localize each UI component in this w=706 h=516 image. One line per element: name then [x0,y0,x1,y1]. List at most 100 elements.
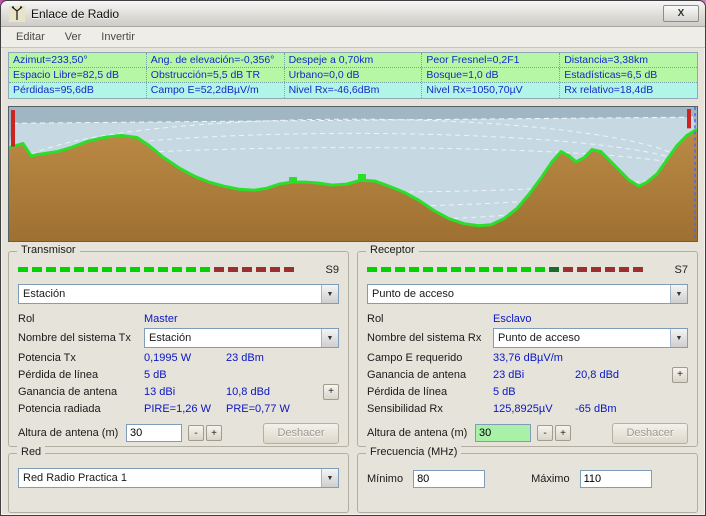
rx-signal-meter [367,267,668,272]
meter-segment [214,267,224,272]
tx-potencia-w: 0,1995 W [144,352,226,364]
freq-max-label: Máximo [531,473,570,485]
freq-min-input[interactable] [413,470,485,488]
rx-campo-row: Campo E requerido 33,76 dBµV/m [367,349,688,366]
stat-bosque: Bosque=1,0 dB [422,68,560,82]
menu-invertir[interactable]: Invertir [92,29,144,45]
tx-signal-meter [18,267,319,272]
red-title: Red [17,446,45,458]
tx-perdida-value: 5 dB [144,369,167,381]
radio-link-window: Enlace de Radio X Editar Ver Invertir Az… [0,0,706,516]
rx-sistema-select[interactable]: Punto de acceso ▼ [493,328,688,348]
tx-altura-label: Altura de antena (m) [18,427,126,439]
antenna-icon [9,6,25,22]
tx-perdida-row: Pérdida de línea 5 dB [18,366,339,383]
chevron-down-icon[interactable]: ▼ [670,329,687,347]
meter-segment [172,267,182,272]
rx-perdida-value: 5 dB [493,386,516,398]
chevron-down-icon[interactable]: ▼ [321,285,338,303]
rx-deshacer-button[interactable]: Deshacer [612,423,688,444]
chevron-down-icon[interactable]: ▼ [670,285,687,303]
tx-potencia-label: Potencia Tx [18,352,144,364]
tx-altura-plus-button[interactable]: + [206,425,222,441]
meter-segment [507,267,517,272]
meter-segment [228,267,238,272]
red-select[interactable]: Red Radio Practica 1 ▼ [18,468,339,488]
rx-rol-row: Rol Esclavo [367,310,688,327]
rx-altura-minus-button[interactable]: - [537,425,553,441]
chevron-down-icon[interactable]: ▼ [321,469,338,487]
rx-ganancia-label: Ganancia de antena [367,369,493,381]
tx-rol-row: Rol Master [18,310,339,327]
stat-urbano: Urbano=0,0 dB [285,68,423,82]
tx-pire-value: PIRE=1,26 W [144,403,226,415]
transmisor-group: Transmisor S9 Estación ▼ Rol Master Nomb… [8,251,349,447]
tx-altura-minus-button[interactable]: - [188,425,204,441]
tx-signal-meter-row: S9 [18,262,339,277]
rx-unit-select[interactable]: Punto de acceso ▼ [367,284,688,304]
meter-segment [74,267,84,272]
tx-s-unit-label: S9 [319,264,339,276]
tx-unit-select[interactable]: Estación ▼ [18,284,339,304]
tx-antenna-mast [11,110,15,147]
tx-potencia-dbm: 23 dBm [226,352,322,364]
meter-segment [409,267,419,272]
stats-row-2: Espacio Libre=82,5 dB Obstrucción=5,5 dB… [9,68,697,83]
terrain-profile-chart[interactable] [8,106,698,242]
rx-sistema-value: Punto de acceso [494,332,670,344]
tx-deshacer-button[interactable]: Deshacer [263,423,339,444]
freq-max-input[interactable] [580,470,652,488]
tx-antenna-plus-button[interactable]: + [323,384,339,400]
rx-altura-plus-button[interactable]: + [555,425,571,441]
frecuencia-row: Mínimo Máximo [367,468,688,490]
tx-ganancia-dbi: 13 dBi [144,386,226,398]
meter-segment [32,267,42,272]
tx-sistema-row: Nombre del sistema Tx Estación ▼ [18,327,339,349]
rx-altura-label: Altura de antena (m) [367,427,475,439]
meter-segment [605,267,615,272]
stat-azimut: Azimut=233,50° [9,53,147,67]
meter-segment [144,267,154,272]
tx-potencia-row: Potencia Tx 0,1995 W 23 dBm [18,349,339,366]
tx-sistema-select[interactable]: Estación ▼ [144,328,339,348]
stats-row-3: Pérdidas=95,6dB Campo E=52,2dBµV/m Nivel… [9,83,697,98]
meter-segment [437,267,447,272]
titlebar[interactable]: Enlace de Radio X [1,1,705,27]
rx-altura-input[interactable] [475,424,531,442]
rx-antenna-plus-button[interactable]: + [672,367,688,383]
stat-despeje: Despeje a 0,70km [285,53,423,67]
tx-altura-input[interactable] [126,424,182,442]
rx-altura-row: Altura de antena (m) - + Deshacer [367,422,688,444]
meter-segment [451,267,461,272]
rx-campo-label: Campo E requerido [367,352,493,364]
unit-marker-1 [289,177,297,182]
rx-sens-label: Sensibilidad Rx [367,403,493,415]
tx-sistema-label: Nombre del sistema Tx [18,332,144,344]
meter-segment [563,267,573,272]
meter-segment [619,267,629,272]
frecuencia-group: Frecuencia (MHz) Mínimo Máximo [357,453,698,513]
meter-segment [158,267,168,272]
meter-segment [381,267,391,272]
receptor-title: Receptor [366,244,419,256]
menu-ver[interactable]: Ver [56,29,91,45]
rx-rol-label: Rol [367,313,493,325]
close-button[interactable]: X [663,5,699,22]
tx-ganancia-row: Ganancia de antena 13 dBi 10,8 dBd + [18,383,339,400]
rx-antenna-mast [687,109,691,128]
meter-segment [102,267,112,272]
stat-perdidas: Pérdidas=95,6dB [9,83,147,98]
frecuencia-title: Frecuencia (MHz) [366,446,461,458]
tx-rol-value: Master [144,313,178,325]
menu-editar[interactable]: Editar [7,29,54,45]
tx-altura-row: Altura de antena (m) - + Deshacer [18,422,339,444]
rx-campo-value: 33,76 dBµV/m [493,352,563,364]
meter-segment [60,267,70,272]
chevron-down-icon[interactable]: ▼ [321,329,338,347]
meter-segment [465,267,475,272]
stat-espacio-libre: Espacio Libre=82,5 dB [9,68,147,82]
meter-segment [479,267,489,272]
tx-pre-value: PRE=0,77 W [226,403,322,415]
red-group: Red Red Radio Practica 1 ▼ [8,453,349,513]
meter-segment [395,267,405,272]
